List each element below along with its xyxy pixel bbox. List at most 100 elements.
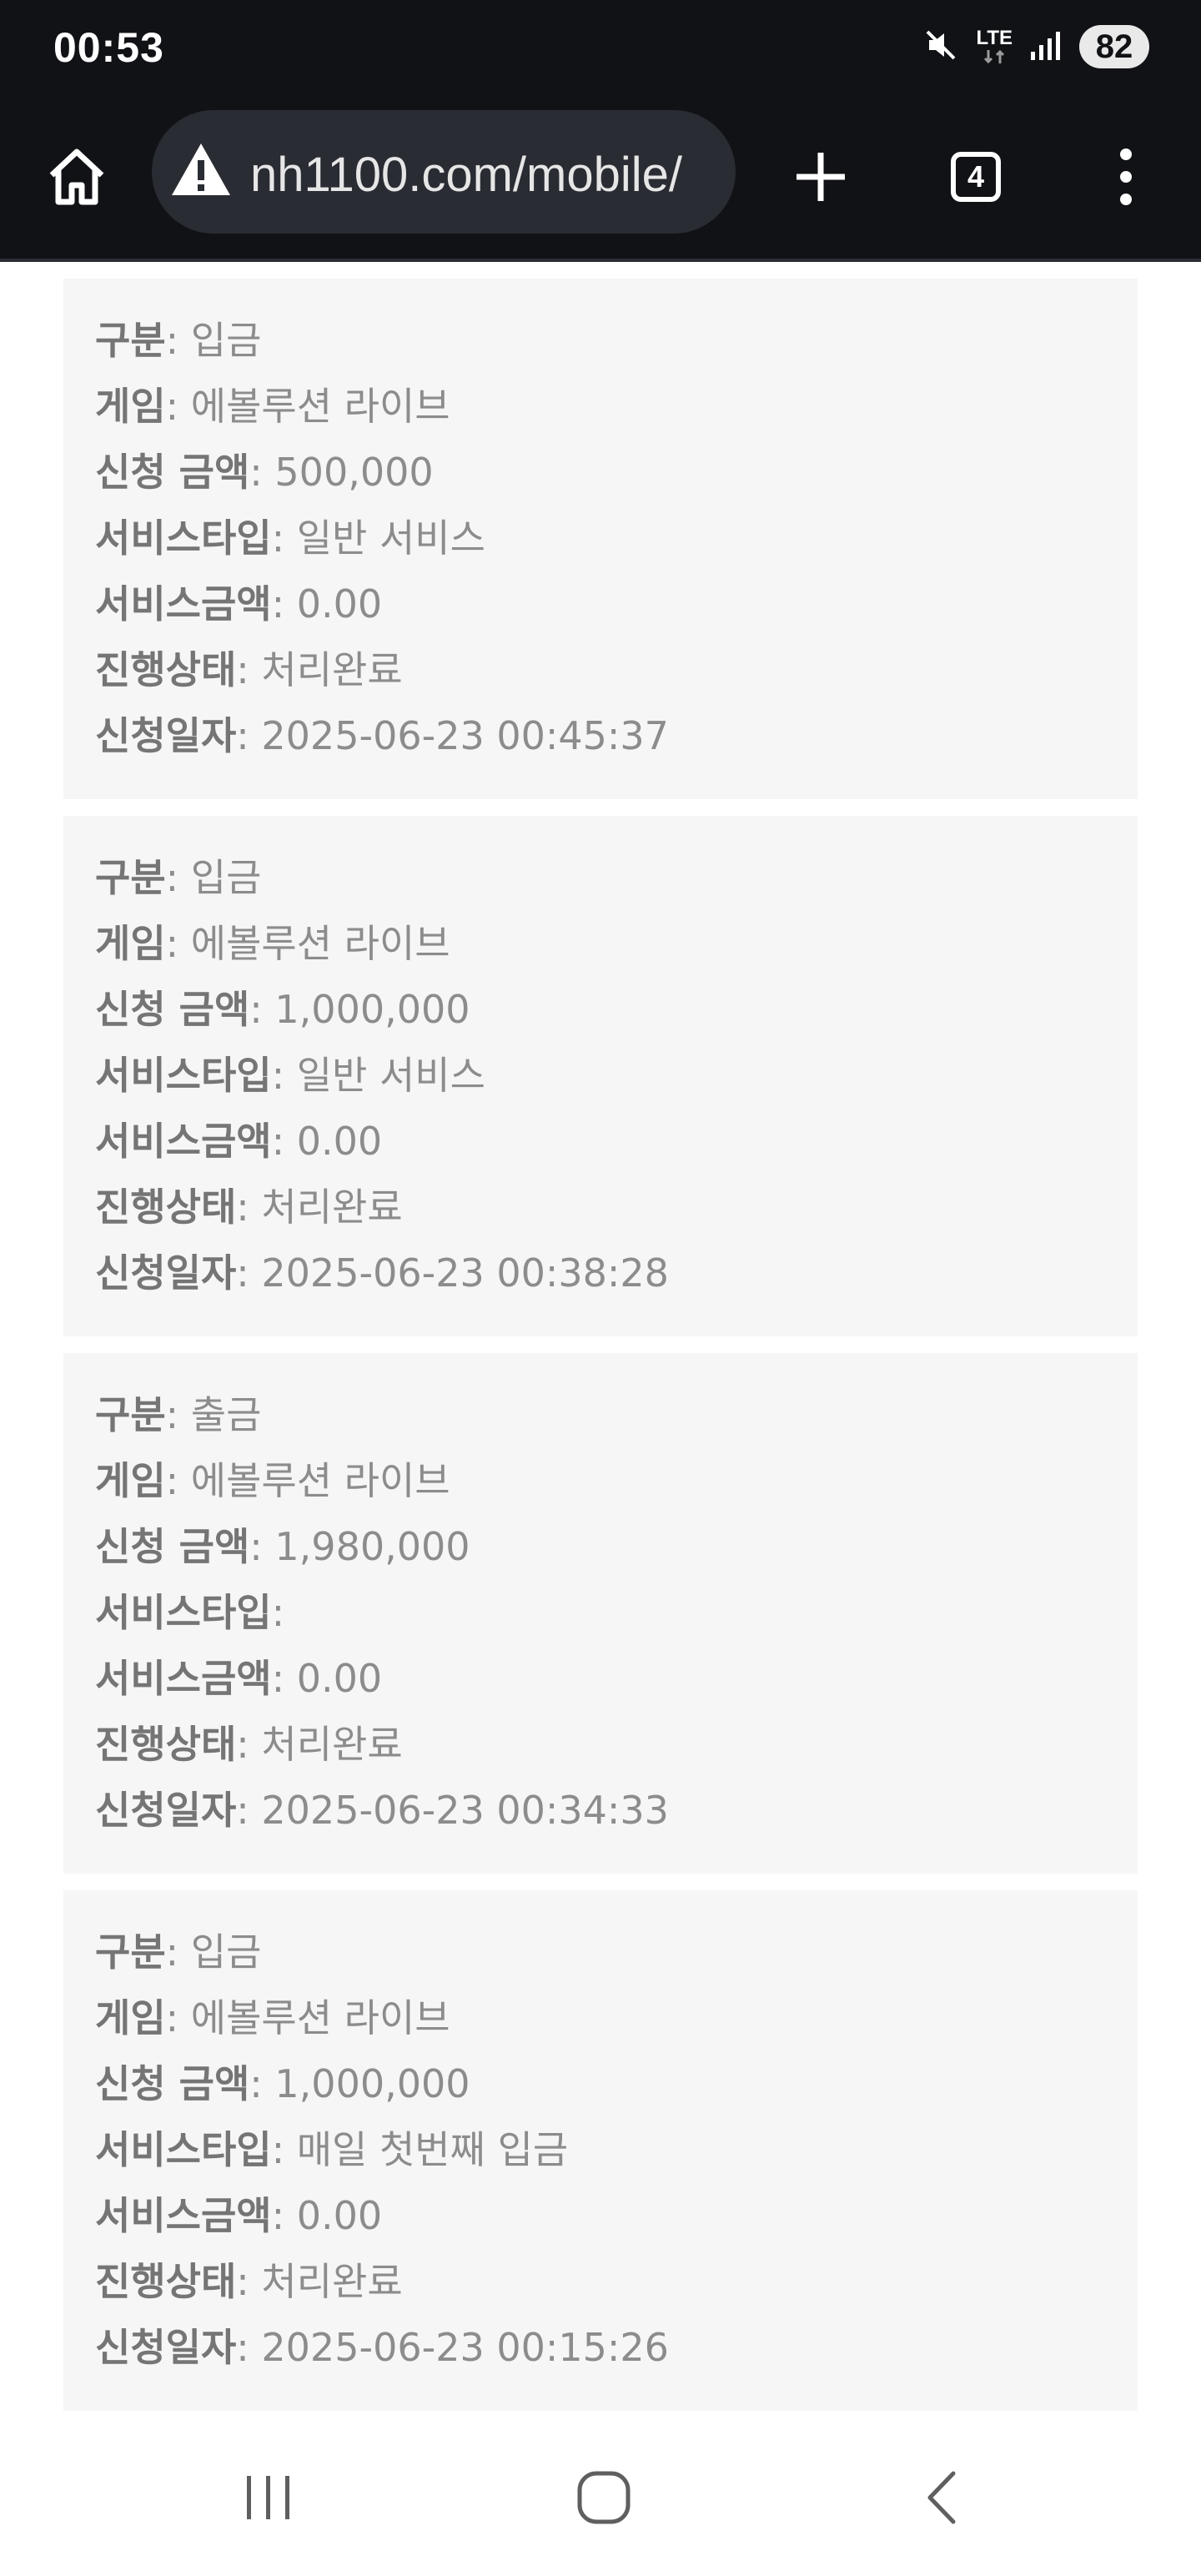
- game-value: : 에볼루션 라이브: [165, 1458, 450, 1503]
- status-row: 진행상태: 처리완료: [95, 1714, 403, 1769]
- system-nav-bar: [0, 2414, 1201, 2576]
- date-value: : 2025-06-23 00:15:26: [236, 2325, 669, 2370]
- service-type-label: 서비스타입: [95, 2127, 272, 2172]
- amount-label: 신청 금액: [95, 1524, 250, 1569]
- game-value: : 에볼루션 라이브: [165, 384, 450, 429]
- service-type-value: : 일반 서비스: [271, 516, 485, 561]
- mute-icon: [921, 25, 961, 68]
- recent-apps-icon: [247, 2476, 289, 2519]
- date-row: 신청일자: 2025-06-23 00:34:33: [95, 1780, 669, 1835]
- date-label: 신청일자: [95, 2325, 237, 2370]
- lte-icon: LTE: [976, 28, 1013, 65]
- game-value: : 에볼루션 라이브: [165, 921, 450, 966]
- url-text[interactable]: nh1100.com/mobile/: [250, 147, 717, 203]
- game-row: 게임: 에볼루션 라이브: [95, 1451, 450, 1506]
- type-value: : 입금: [165, 855, 262, 900]
- service-amount-row: 서비스금액: 0.00: [95, 1648, 382, 1703]
- browser-toolbar: nh1100.com/mobile/ 4: [0, 105, 1201, 262]
- date-value: : 2025-06-23 00:45:37: [236, 713, 669, 758]
- type-label: 구분: [95, 1929, 166, 1975]
- date-row: 신청일자: 2025-06-23 00:45:37: [95, 706, 669, 761]
- game-label: 게임: [95, 384, 166, 429]
- service-amount-row: 서비스금액: 0.00: [95, 2186, 382, 2241]
- home-button[interactable]: [37, 137, 117, 217]
- service-amount-value: : 0.00: [271, 581, 383, 626]
- service-amount-row: 서비스금액: 0.00: [95, 1111, 382, 1166]
- tabs-icon: 4: [951, 152, 1001, 202]
- history-card: 구분: 입금 게임: 에볼루션 라이브 신청 금액: 500,000 서비스타입…: [63, 279, 1138, 799]
- type-value: : 출금: [165, 1392, 262, 1437]
- type-row: 구분: 입금: [95, 848, 261, 903]
- service-amount-row: 서비스금액: 0.00: [95, 574, 382, 629]
- type-label: 구분: [95, 318, 166, 363]
- service-type-label: 서비스타입: [95, 516, 272, 561]
- back-icon: [927, 2471, 956, 2524]
- url-bar[interactable]: nh1100.com/mobile/: [152, 110, 736, 234]
- amount-row: 신청 금액: 500,000: [95, 442, 434, 497]
- history-list: 구분: 입금 게임: 에볼루션 라이브 신청 금액: 500,000 서비스타입…: [0, 262, 1201, 2414]
- new-tab-button[interactable]: [781, 137, 861, 217]
- amount-row: 신청 금액: 1,000,000: [95, 2054, 470, 2109]
- status-label: 진행상태: [95, 647, 237, 692]
- service-type-row: 서비스타입: 일반 서비스: [95, 1045, 485, 1100]
- signal-icon: [1028, 27, 1064, 67]
- amount-row: 신청 금액: 1,000,000: [95, 979, 470, 1034]
- history-card: 구분: 입금 게임: 에볼루션 라이브 신청 금액: 1,000,000 서비스…: [63, 1890, 1138, 2411]
- tab-switcher-button[interactable]: 4: [936, 137, 1016, 217]
- service-type-label: 서비스타입: [95, 1590, 272, 1635]
- status-row: 진행상태: 처리완료: [95, 1177, 403, 1232]
- tab-count: 4: [967, 159, 985, 194]
- service-type-value: : 매일 첫번째 입금: [271, 2127, 569, 2172]
- date-row: 신청일자: 2025-06-23 00:15:26: [95, 2317, 669, 2372]
- service-type-value: : 일반 서비스: [271, 1053, 485, 1098]
- service-type-row: 서비스타입:: [95, 1582, 284, 1638]
- history-card: 구분: 입금 게임: 에볼루션 라이브 신청 금액: 1,000,000 서비스…: [63, 816, 1138, 1336]
- game-label: 게임: [95, 1458, 166, 1503]
- status-row: 진행상태: 처리완료: [95, 640, 403, 695]
- home-circle-icon: [577, 2471, 631, 2524]
- battery-icon: 82: [1079, 25, 1149, 68]
- service-type-row: 서비스타입: 일반 서비스: [95, 508, 485, 563]
- game-row: 게임: 에볼루션 라이브: [95, 1988, 450, 2043]
- amount-label: 신청 금액: [95, 2061, 250, 2106]
- service-type-value: :: [271, 1590, 285, 1635]
- game-label: 게임: [95, 921, 166, 966]
- type-row: 구분: 출금: [95, 1385, 261, 1440]
- home-icon: [49, 148, 104, 205]
- back-button[interactable]: [899, 2456, 982, 2539]
- service-amount-value: : 0.00: [271, 1656, 383, 1701]
- status-value: : 처리완료: [236, 2259, 403, 2304]
- more-menu-button[interactable]: [1086, 137, 1166, 217]
- status-label: 진행상태: [95, 2259, 237, 2304]
- type-label: 구분: [95, 1392, 166, 1437]
- status-icons: LTE 82: [921, 25, 1149, 68]
- service-amount-label: 서비스금액: [95, 1656, 272, 1701]
- type-row: 구분: 입금: [95, 310, 261, 365]
- game-row: 게임: 에볼루션 라이브: [95, 376, 450, 431]
- date-label: 신청일자: [95, 713, 237, 758]
- service-amount-label: 서비스금액: [95, 2193, 272, 2238]
- type-row: 구분: 입금: [95, 1922, 261, 1977]
- plus-icon: [796, 153, 845, 201]
- status-bar: 00:53 LTE 82: [0, 0, 1201, 105]
- amount-value: : 1,980,000: [249, 1524, 470, 1569]
- type-value: : 입금: [165, 318, 262, 363]
- status-value: : 처리완료: [236, 1185, 403, 1230]
- status-time: 00:53: [53, 24, 164, 71]
- date-value: : 2025-06-23 00:34:33: [236, 1788, 669, 1833]
- warning-icon[interactable]: [170, 142, 232, 200]
- game-row: 게임: 에볼루션 라이브: [95, 913, 450, 969]
- amount-row: 신청 금액: 1,980,000: [95, 1517, 470, 1572]
- system-home-button[interactable]: [562, 2456, 646, 2539]
- service-amount-label: 서비스금액: [95, 1119, 272, 1164]
- type-label: 구분: [95, 855, 166, 900]
- more-vert-icon: [1120, 148, 1132, 205]
- type-value: : 입금: [165, 1929, 262, 1975]
- amount-value: : 1,000,000: [249, 987, 470, 1032]
- service-amount-value: : 0.00: [271, 1119, 383, 1164]
- status-value: : 처리완료: [236, 1722, 403, 1767]
- recent-apps-button[interactable]: [227, 2456, 310, 2539]
- history-card: 구분: 출금 게임: 에볼루션 라이브 신청 금액: 1,980,000 서비스…: [63, 1353, 1138, 1874]
- amount-label: 신청 금액: [95, 450, 250, 495]
- service-amount-value: : 0.00: [271, 2193, 383, 2238]
